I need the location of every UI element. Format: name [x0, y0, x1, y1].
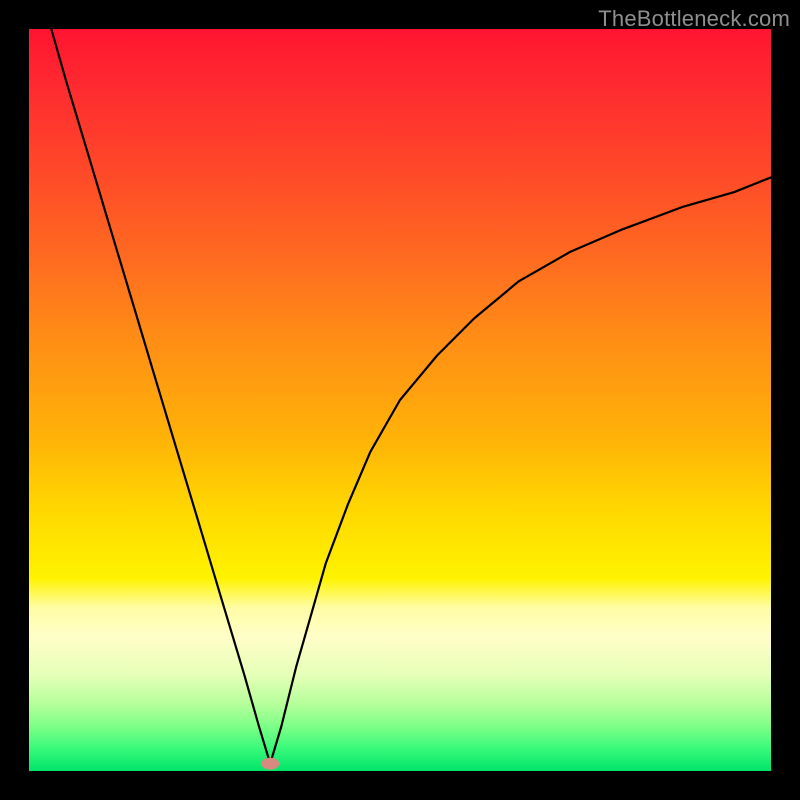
plot-area	[29, 29, 771, 771]
chart-svg	[29, 29, 771, 771]
curve-right-branch	[270, 177, 771, 763]
chart-frame: TheBottleneck.com	[0, 0, 800, 800]
watermark-text: TheBottleneck.com	[598, 6, 790, 32]
curve-left-branch	[51, 29, 270, 764]
minimum-marker	[261, 758, 279, 770]
